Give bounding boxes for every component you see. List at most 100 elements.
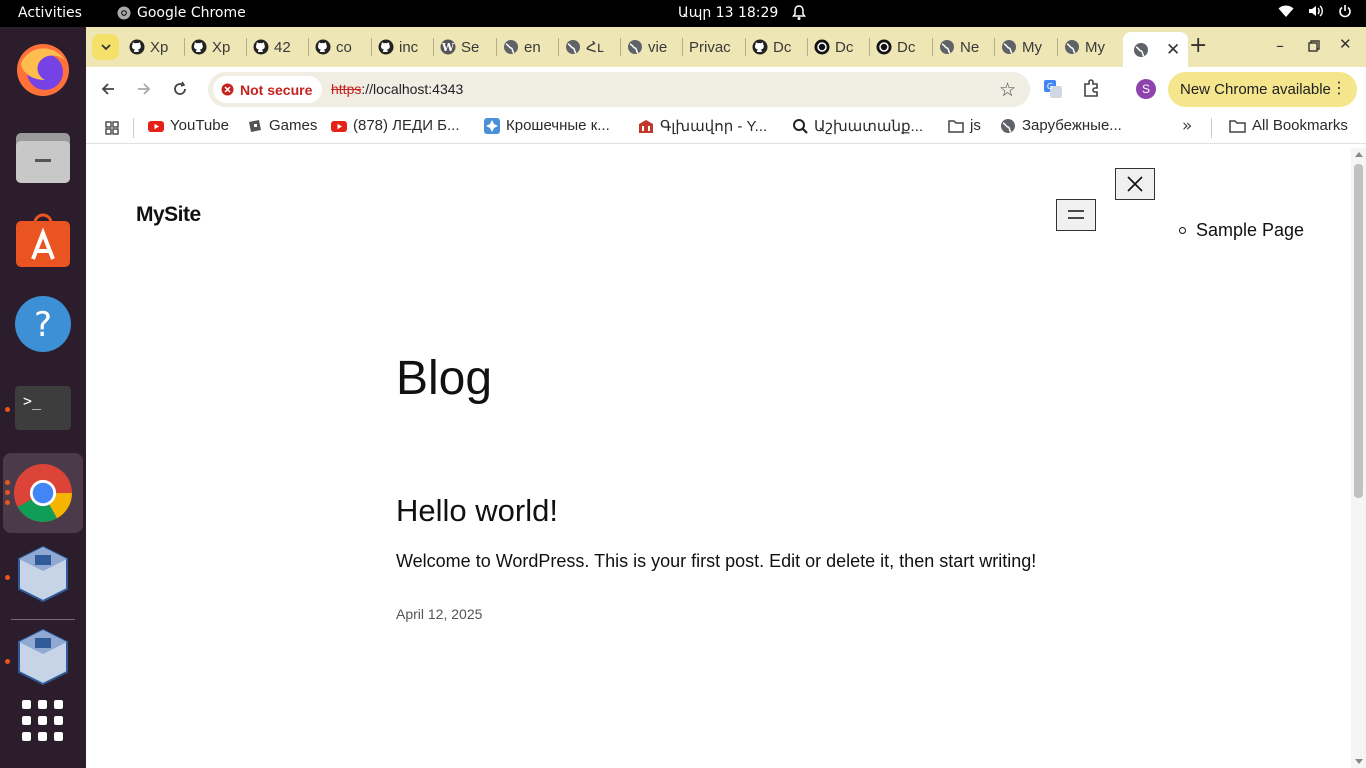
bookmark-star-icon[interactable]: ☆ — [999, 79, 1016, 101]
chevron-down-icon — [100, 43, 111, 50]
svg-text:>_: >_ — [23, 392, 42, 410]
globe-icon — [1002, 40, 1016, 54]
apps-grid-icon[interactable] — [105, 120, 119, 139]
minimize-button[interactable]: – — [1276, 36, 1284, 55]
tab-label: Dc — [897, 38, 916, 56]
terminal-icon[interactable]: >_ — [14, 379, 72, 437]
reload-button[interactable] — [168, 77, 192, 101]
tab[interactable]: Xp — [191, 35, 241, 59]
all-bookmarks-button[interactable]: All Bookmarks — [1229, 117, 1348, 134]
bookmarks-bar: YouTube Games (878) ЛЕДИ Б... Крошечные к..… — [86, 111, 1366, 144]
tab[interactable]: Dc — [814, 35, 864, 59]
bookmark-item[interactable]: js — [948, 117, 981, 134]
new-tab-button[interactable]: + — [1189, 33, 1207, 58]
post-title[interactable]: Hello world! — [396, 493, 558, 529]
address-bar[interactable]: Not secure https://localhost:4343 ☆ — [208, 72, 1030, 107]
activities-button[interactable]: Activities — [18, 5, 82, 21]
github-icon — [315, 39, 331, 55]
show-apps-icon[interactable] — [14, 692, 72, 750]
back-button[interactable] — [96, 77, 120, 101]
tab[interactable]: co — [315, 35, 365, 59]
virtualbox-icon[interactable] — [14, 628, 72, 686]
search-icon — [793, 119, 808, 134]
tab[interactable]: Հւ — [565, 35, 615, 59]
folder-icon — [1229, 119, 1246, 133]
tab-label: co — [336, 38, 352, 56]
scroll-up-arrow-icon[interactable] — [1355, 152, 1363, 157]
svg-text:?: ? — [34, 305, 52, 345]
security-chip[interactable]: Not secure — [213, 76, 323, 103]
power-icon — [1339, 5, 1351, 18]
tab[interactable]: Ne — [939, 35, 989, 59]
tab[interactable]: en — [503, 35, 553, 59]
globe-icon — [940, 40, 954, 54]
vertical-scrollbar[interactable] — [1351, 148, 1366, 768]
tab[interactable]: W Se — [440, 35, 490, 59]
close-menu-button[interactable] — [1115, 168, 1155, 200]
folder-icon — [948, 119, 964, 133]
bookmark-item[interactable]: Крошечные к... — [484, 117, 610, 134]
bookmark-item[interactable]: Գլխավոր - Y... — [638, 117, 767, 135]
scrollbar-thumb[interactable] — [1354, 164, 1363, 498]
tab[interactable]: My — [1064, 35, 1114, 59]
openai-icon — [814, 39, 830, 55]
bookmark-item[interactable]: Games — [247, 117, 317, 134]
globe-icon — [628, 40, 642, 54]
tab-label: Dc — [773, 38, 792, 56]
post-date[interactable]: April 12, 2025 — [396, 606, 482, 622]
tab[interactable]: My — [1001, 35, 1051, 59]
bookmark-item[interactable]: Աշխատանք... — [792, 117, 923, 135]
files-icon[interactable] — [14, 128, 72, 186]
tab-active[interactable]: ✕ — [1123, 32, 1188, 67]
tab[interactable]: Privac — [689, 35, 739, 59]
bookmark-item[interactable]: YouTube — [148, 117, 229, 134]
wordpress-icon: W — [440, 39, 456, 55]
tab-label: vie — [648, 38, 668, 56]
site-title[interactable]: MySite — [136, 203, 201, 227]
puzzle-icon — [484, 117, 500, 134]
bookmark-label: Крошечные к... — [506, 117, 610, 134]
bookmark-item[interactable]: Зарубежные... — [1000, 117, 1122, 134]
tab[interactable]: Xp — [129, 35, 179, 59]
reload-icon — [174, 81, 186, 95]
close-tab-icon[interactable]: ✕ — [1166, 40, 1180, 60]
extensions-icon[interactable] — [1082, 79, 1100, 101]
more-bookmarks-chevron-icon[interactable]: » — [1182, 116, 1192, 136]
forward-button[interactable] — [132, 77, 156, 101]
more-menu-icon[interactable]: ⋮ — [1331, 78, 1347, 98]
tab[interactable]: 42 — [253, 35, 303, 59]
globe-icon — [1065, 40, 1079, 54]
tab[interactable]: Dc — [876, 35, 926, 59]
tab[interactable]: Dc — [752, 35, 802, 59]
youtube-icon — [331, 120, 347, 132]
chrome-icon[interactable] — [14, 464, 72, 522]
firefox-icon[interactable] — [14, 41, 72, 99]
clock[interactable]: Ապր 13 18:29 — [678, 5, 778, 21]
tab[interactable]: vie — [627, 35, 677, 59]
tab[interactable]: inc — [378, 35, 428, 59]
tab-label: My — [1085, 38, 1105, 56]
update-chrome-button[interactable]: New Chrome available ⋮ — [1168, 72, 1357, 107]
nav-item-sample-page[interactable]: Sample Page — [1196, 220, 1304, 241]
tab-search-button[interactable] — [92, 34, 119, 60]
close-icon — [1127, 176, 1143, 192]
help-icon[interactable]: ? — [14, 295, 72, 353]
maximize-button[interactable] — [1308, 37, 1320, 56]
translate-icon[interactable]: G — [1044, 80, 1062, 102]
svg-text:W: W — [441, 41, 455, 54]
profile-avatar[interactable]: S — [1136, 79, 1156, 99]
github-icon — [752, 39, 768, 55]
app-center-icon[interactable] — [14, 212, 72, 270]
close-window-button[interactable]: ✕ — [1339, 35, 1352, 53]
system-tray[interactable] — [1278, 4, 1352, 18]
globe-icon — [566, 40, 580, 54]
arrow-right-icon — [138, 83, 151, 95]
bookmark-label: (878) ЛЕДИ Б... — [353, 117, 460, 134]
virtualbox-icon[interactable] — [14, 545, 72, 603]
tab-strip: Xp Xp 42 co inc W Se en Հւ vie Privac Dc Dc Dc Ne My My … — [86, 27, 1366, 67]
app-menu[interactable]: Google Chrome — [117, 5, 246, 21]
open-menu-button[interactable] — [1056, 199, 1096, 231]
scroll-down-arrow-icon[interactable] — [1355, 759, 1363, 764]
url-text[interactable]: https://localhost:4343 — [331, 81, 463, 97]
bookmark-item[interactable]: (878) ЛЕДИ Б... — [331, 117, 460, 134]
